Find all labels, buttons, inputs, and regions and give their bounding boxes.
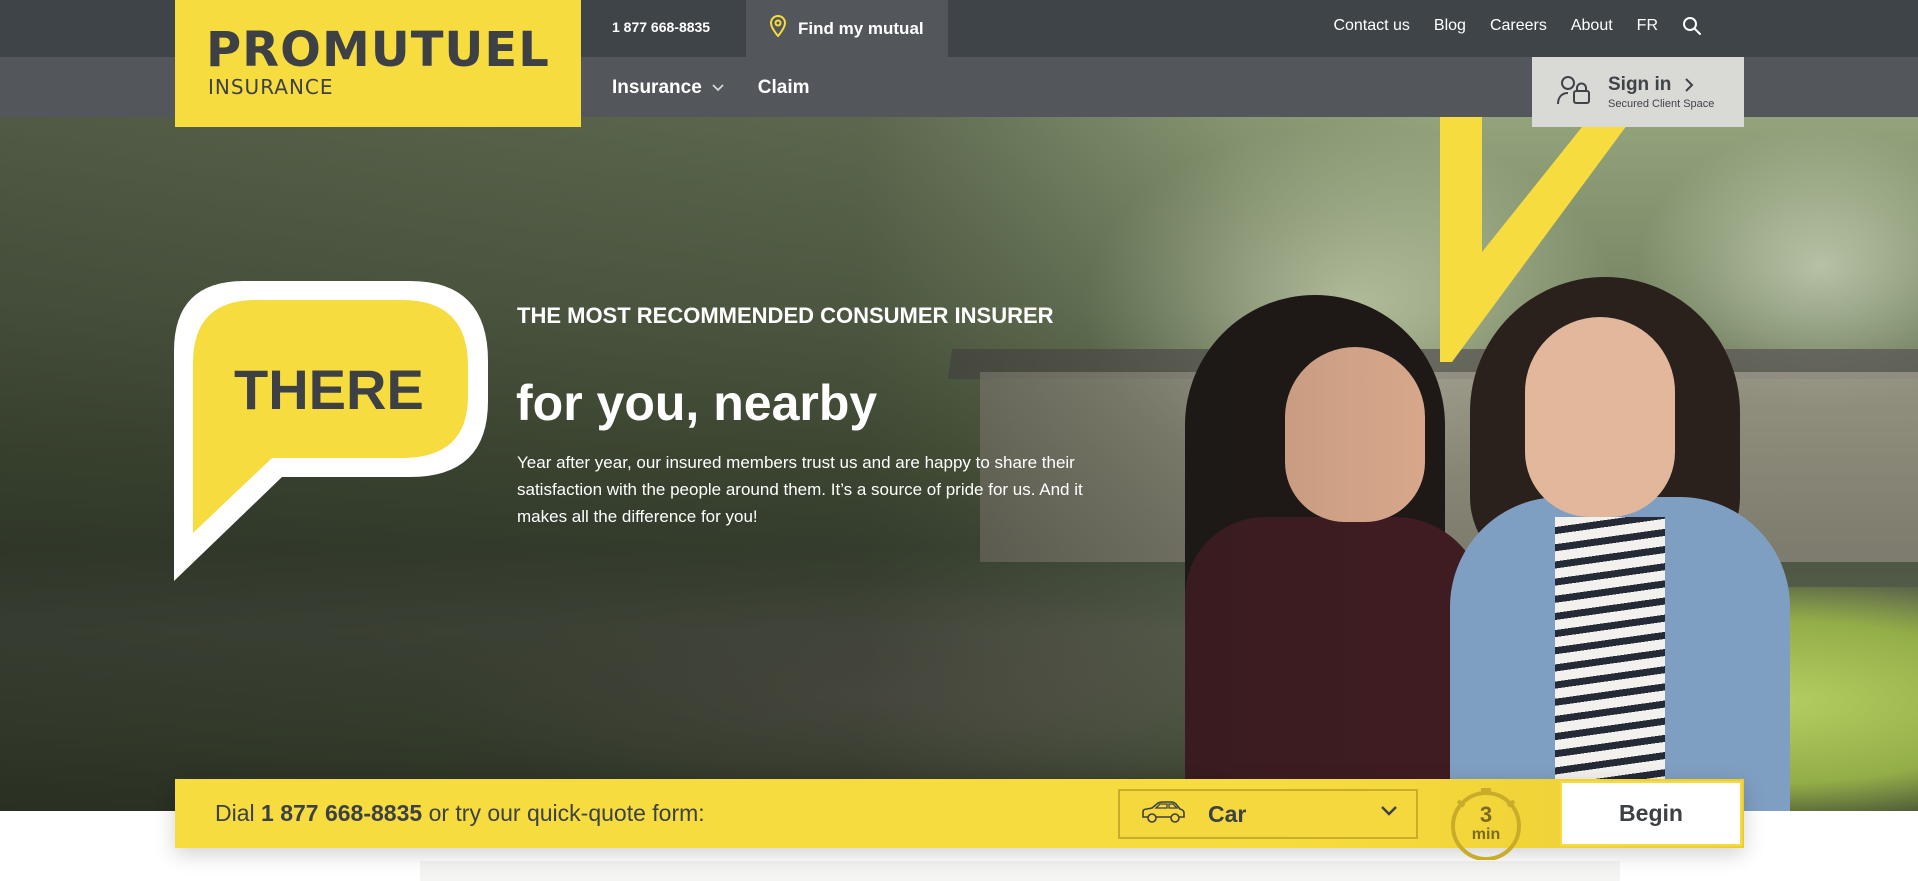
nav-insurance-label: Insurance xyxy=(612,77,702,98)
signin-sublabel: Secured Client Space xyxy=(1608,98,1715,110)
nav-link-careers[interactable]: Careers xyxy=(1490,17,1547,35)
quick-quote-bar: Dial 1 877 668-8835 or try our quick-quo… xyxy=(175,779,1744,860)
signin-label: Sign in xyxy=(1608,74,1672,95)
find-mutual-label: Find my mutual xyxy=(798,18,924,38)
quote-prompt: Dial 1 877 668-8835 or try our quick-quo… xyxy=(215,800,705,827)
chevron-down-icon xyxy=(712,84,724,92)
brand-logo[interactable]: PROMUTUEL INSURANCE xyxy=(175,0,581,127)
hero-eyebrow: THE MOST RECOMMENDED CONSUMER INSURER xyxy=(517,303,1054,328)
timer-unit: min xyxy=(1471,826,1501,843)
section-divider xyxy=(420,861,1620,881)
nav-claim[interactable]: Claim xyxy=(758,77,810,99)
speech-bubble-graphic xyxy=(174,281,488,581)
hero-banner: THERE THE MOST RECOMMENDED CONSUMER INSU… xyxy=(0,117,1918,811)
bubble-word: THERE xyxy=(234,358,424,421)
quote-suffix: or try our quick-quote form: xyxy=(428,800,705,826)
brand-name: PROMUTUEL xyxy=(206,22,550,78)
car-icon xyxy=(1140,800,1186,829)
timer-value: 3 xyxy=(1479,802,1493,827)
insurance-type-value: Car xyxy=(1208,800,1247,827)
nav-insurance[interactable]: Insurance xyxy=(612,77,724,99)
language-toggle[interactable]: FR xyxy=(1637,17,1658,35)
brand-v-mark xyxy=(1440,117,1633,362)
primary-nav: Insurance Claim xyxy=(612,77,810,99)
hero-description: Year after year, our insured members tru… xyxy=(517,453,1083,526)
nav-link-contact[interactable]: Contact us xyxy=(1333,17,1409,35)
lock-user-icon xyxy=(1556,74,1592,111)
signin-button[interactable]: Sign in Secured Client Space xyxy=(1532,57,1744,127)
begin-button[interactable]: Begin xyxy=(1560,781,1742,846)
brand-subtitle: INSURANCE xyxy=(208,75,334,99)
quote-prefix: Dial xyxy=(215,800,255,826)
search-icon[interactable] xyxy=(1682,16,1702,36)
header-phone-link[interactable]: 1 877 668-8835 xyxy=(612,19,710,35)
chevron-right-icon xyxy=(1685,78,1694,92)
quote-phone-link[interactable]: 1 877 668-8835 xyxy=(261,800,422,826)
nav-link-about[interactable]: About xyxy=(1571,17,1613,35)
nav-link-blog[interactable]: Blog xyxy=(1434,17,1466,35)
timer-badge: 3 min xyxy=(1450,788,1522,860)
find-mutual-button[interactable]: Find my mutual xyxy=(746,0,948,57)
chevron-down-icon xyxy=(1381,806,1397,816)
utility-nav: Contact us Blog Careers About FR xyxy=(1333,0,1702,52)
insurance-type-select[interactable]: Car xyxy=(1118,789,1418,839)
map-pin-icon xyxy=(769,14,798,42)
hero-title: for you, nearby xyxy=(516,375,878,431)
